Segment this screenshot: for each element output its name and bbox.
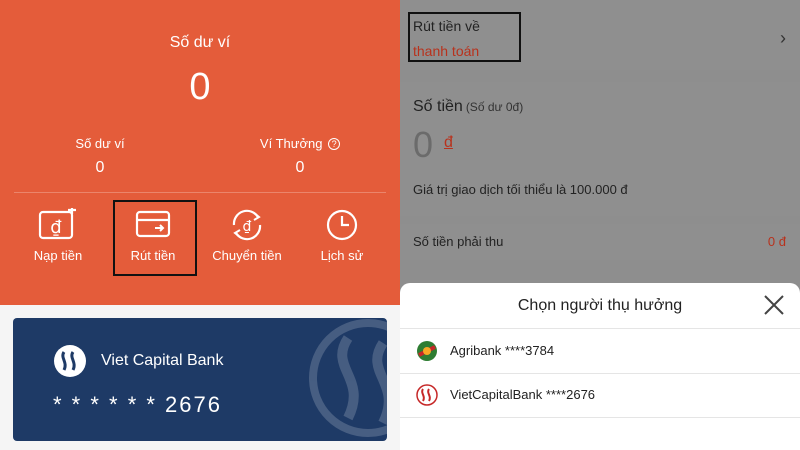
wallet-balance: 0 [189,66,211,108]
reward-wallet[interactable]: Ví Thưởng ? 0 [200,136,400,177]
reward-wallet-label: Ví Thưởng [259,136,323,151]
transfer-button[interactable]: ₫ Chuyển tiền [203,208,291,263]
svg-text:₫: ₫ [50,217,62,238]
beneficiary-name: Agribank ****3784 [450,343,555,358]
agribank-logo-icon [417,341,437,361]
amount-title: Số tiền (Số dư 0đ) [413,98,523,116]
history-label: Lịch sử [320,248,364,263]
card-number: * * * * * * 2676 [53,392,222,417]
withdraw-method-highlight-box [408,12,521,62]
wallet-title: Số dư ví [169,34,231,51]
minimum-note: Giá trị giao dịch tối thiểu là 100.000 đ [413,182,628,197]
wallet-sub-balance: Số dư ví 0 [0,136,200,177]
deposit-icon: ₫ [38,208,76,240]
beneficiary-item-vietcapital[interactable]: VietCapitalBank ****2676 [400,373,800,417]
wallet-sub-balance-value: 0 [95,159,105,176]
receivable-value: 0 đ [767,234,786,249]
chevron-right-icon: › [780,28,786,48]
history-button[interactable]: Lịch sử [298,208,386,263]
deposit-label: Nạp tiền [33,248,83,263]
bank-watermark-icon [309,319,387,437]
reward-wallet-value: 0 [295,159,305,176]
withdraw-highlight-box [113,200,197,276]
receivable-row: Số tiền phải thu 0 đ [400,224,800,260]
beneficiary-sheet: Chọn người thụ hưởng Agribank ****3784 V… [400,283,800,450]
withdraw-method-row[interactable]: Rút tiền về thanh toán › [400,0,800,70]
beneficiary-name: VietCapitalBank ****2676 [450,387,596,402]
transfer-icon: ₫ [232,209,262,241]
receivable-label: Số tiền phải thu [413,234,504,249]
wallet-header: Số dư ví 0 Số dư ví 0 Ví Thưởng ? 0 ₫ Nạ… [0,0,400,305]
help-icon[interactable]: ? [328,138,341,150]
wallet-sub-balance-label: Số dư ví [75,136,125,151]
amount-section: Số tiền (Số dư 0đ) 0 đ Giá trị giao dịch … [400,82,800,216]
vietcapital-logo-icon [416,384,438,406]
divider [14,192,386,193]
svg-text:₫: ₫ [243,219,252,235]
card-bank-name: Viet Capital Bank [101,352,224,369]
divider [400,417,800,418]
amount-available-balance: (Số dư 0đ) [465,100,524,114]
transfer-label: Chuyển tiền [212,248,282,263]
amount-currency: đ [444,134,453,151]
sheet-title: Chọn người thụ hưởng [517,297,683,314]
clock-icon [326,209,358,241]
close-icon[interactable] [762,293,786,317]
linked-bank-card[interactable]: Viet Capital Bank * * * * * * 2676 [13,318,387,441]
withdraw-screen: Rút tiền về thanh toán › Số tiền (Số dư 0… [400,0,800,450]
wallet-screen: Số dư ví 0 Số dư ví 0 Ví Thưởng ? 0 ₫ Nạ… [0,0,400,450]
amount-input[interactable]: 0 [413,124,433,166]
amount-title-text: Số tiền [413,98,463,115]
beneficiary-item-agribank[interactable]: Agribank ****3784 [400,329,800,373]
vietcapital-logo-icon [54,345,86,377]
deposit-button[interactable]: ₫ Nạp tiền [14,208,102,263]
